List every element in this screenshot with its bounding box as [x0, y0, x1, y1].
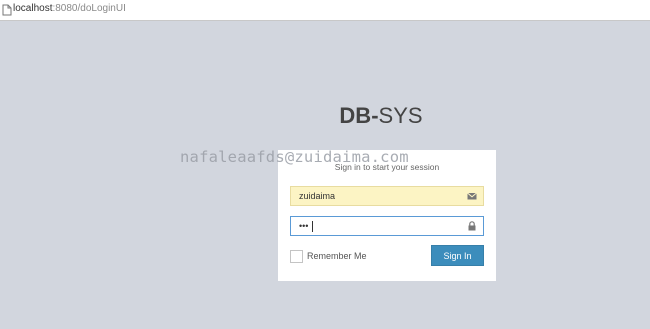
text-caret [312, 221, 313, 232]
address-bar[interactable]: localhost:8080/doLoginUI [0, 0, 650, 21]
password-input[interactable] [291, 217, 461, 235]
page-icon [2, 4, 12, 16]
app-logo[interactable]: DB-SYS [278, 103, 484, 129]
url-path: :8080/doLoginUI [52, 3, 126, 14]
logo-bold: DB- [339, 103, 379, 128]
login-box: Sign in to start your session Remember M… [278, 150, 496, 281]
username-input[interactable] [291, 187, 461, 205]
lock-icon [468, 221, 476, 231]
username-field[interactable] [290, 186, 484, 206]
url-host: localhost [13, 3, 53, 14]
envelope-icon [467, 192, 477, 200]
remember-me-label: Remember Me [307, 251, 367, 261]
url-text[interactable]: localhost:8080/doLoginUI [13, 3, 126, 14]
login-box-message: Sign in to start your session [334, 162, 440, 172]
password-field[interactable] [290, 216, 484, 236]
sign-in-button[interactable]: Sign In [431, 245, 484, 266]
logo-light: SYS [378, 103, 423, 128]
remember-me-checkbox[interactable] [290, 250, 303, 263]
